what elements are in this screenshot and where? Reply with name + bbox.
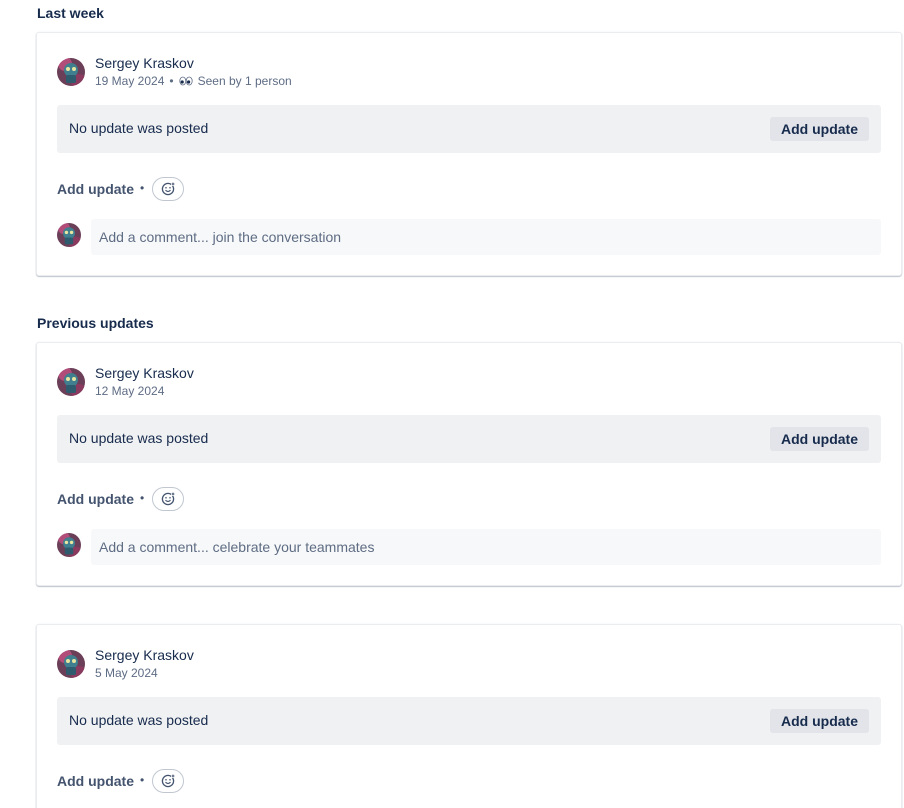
meta-separator: • [169, 74, 174, 88]
user-avatar[interactable] [57, 368, 85, 396]
post-date: 12 May 2024 [95, 384, 165, 398]
no-update-text: No update was posted [69, 120, 209, 136]
author-row: Sergey Kraskov 12 May 2024 [57, 365, 457, 401]
emoji-add-icon[interactable] [152, 487, 184, 511]
seen-by[interactable]: Seen by 1 person [198, 74, 292, 88]
action-separator: • [140, 773, 145, 787]
comment-input[interactable] [91, 529, 881, 565]
updates-feed: Last week Sergey Kraskov 19 May 2024 • S… [0, 0, 904, 808]
no-update-text: No update was posted [69, 430, 209, 446]
section-heading-previous-updates: Previous updates [37, 315, 154, 331]
update-card: Sergey Kraskov 12 May 2024 No update was… [36, 342, 902, 586]
author-name[interactable]: Sergey Kraskov [95, 365, 194, 381]
post-date: 19 May 2024 [95, 74, 165, 88]
comment-row [57, 529, 881, 565]
user-avatar[interactable] [57, 650, 85, 678]
empty-update-box: No update was posted Add update [57, 697, 881, 745]
action-row: Add update • [57, 177, 357, 201]
author-row: Sergey Kraskov 19 May 2024 • Seen by 1 p… [57, 55, 457, 91]
eyes-icon [178, 76, 193, 86]
update-card: Sergey Kraskov 5 May 2024 No update was … [36, 624, 902, 808]
update-card: Sergey Kraskov 19 May 2024 • Seen by 1 p… [36, 32, 902, 276]
emoji-add-icon[interactable] [152, 177, 184, 201]
action-row: Add update • [57, 487, 357, 511]
action-row: Add update • [57, 769, 357, 793]
add-update-button[interactable]: Add update [770, 709, 869, 733]
section-heading-last-week: Last week [37, 5, 104, 21]
action-separator: • [140, 491, 145, 505]
post-meta: 12 May 2024 [95, 384, 164, 398]
author-row: Sergey Kraskov 5 May 2024 [57, 647, 457, 683]
comment-row [57, 219, 881, 255]
no-update-text: No update was posted [69, 712, 209, 728]
user-avatar[interactable] [57, 58, 85, 86]
action-separator: • [140, 181, 145, 195]
post-meta: 5 May 2024 [95, 666, 158, 680]
add-update-link[interactable]: Add update [57, 181, 134, 197]
empty-update-box: No update was posted Add update [57, 105, 881, 153]
emoji-add-icon[interactable] [152, 769, 184, 793]
comment-input[interactable] [91, 219, 881, 255]
user-avatar [57, 533, 81, 557]
add-update-button[interactable]: Add update [770, 117, 869, 141]
author-name[interactable]: Sergey Kraskov [95, 647, 194, 663]
add-update-link[interactable]: Add update [57, 773, 134, 789]
add-update-button[interactable]: Add update [770, 427, 869, 451]
user-avatar [57, 223, 81, 247]
add-update-link[interactable]: Add update [57, 491, 134, 507]
author-name[interactable]: Sergey Kraskov [95, 55, 194, 71]
post-meta: 19 May 2024 • Seen by 1 person [95, 74, 292, 88]
post-date: 5 May 2024 [95, 666, 158, 680]
empty-update-box: No update was posted Add update [57, 415, 881, 463]
